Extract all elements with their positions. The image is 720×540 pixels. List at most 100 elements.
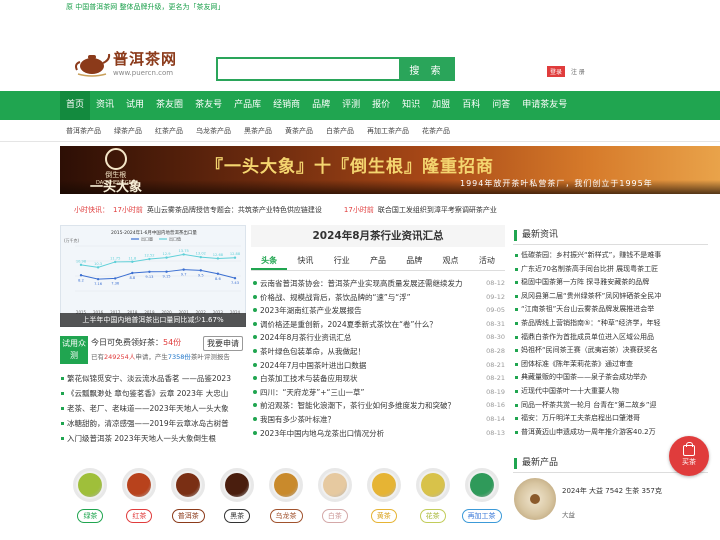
login-button[interactable]: 登录 [547, 66, 566, 77]
tea-category[interactable]: 黄茶 [359, 466, 408, 526]
tea-category-label[interactable]: 绿茶 [77, 509, 104, 523]
subnav-dark[interactable]: 黑茶产品 [244, 120, 272, 142]
nav-prices[interactable]: 报价 [366, 91, 396, 120]
subnav-white[interactable]: 白茶产品 [326, 120, 354, 142]
news-title[interactable]: 2024年8月茶行业资讯汇总 [260, 331, 479, 345]
news-title[interactable]: 前沿观茶：智能化浪潮下，茶行业如何多维度发力和突破？ [260, 399, 479, 413]
news-row[interactable]: 我国有多少茶叶标准？ 08-14 [251, 413, 505, 427]
apply-button[interactable]: 我要申请 [203, 336, 243, 351]
subnav-green[interactable]: 绿茶产品 [114, 120, 142, 142]
ticker-item[interactable]: 联合国工发组织到漳平考察调研茶产业 [378, 203, 497, 217]
tea-category-label[interactable]: 黑茶 [224, 509, 251, 523]
product-card[interactable]: 2024年 大益 7542 生茶 357克 大益 [514, 478, 708, 526]
news-title[interactable]: 云南省普洱茶协会：普洱茶产业实现高质量发展还需继续发力 [260, 277, 479, 291]
list-item[interactable]: 稳固中国茶第一方阵 探寻雅安藏茶的品牌 [514, 276, 708, 290]
export-chart[interactable]: 2015-2024年1-6月中国内地普洱茶出口量(万千克)出口量出口值20152… [60, 225, 246, 327]
news-title[interactable]: 价格战、规模战背后，茶饮品牌的“速”与“浮” [260, 291, 479, 305]
news-row[interactable]: 白茶加工技术与装备应用现状 08-21 [251, 372, 505, 386]
nav-knowledge[interactable]: 知识 [396, 91, 426, 120]
subnav-puer[interactable]: 普洱茶产品 [66, 120, 101, 142]
subnav-yellow[interactable]: 黄茶产品 [285, 120, 313, 142]
tea-category-label[interactable]: 花茶 [419, 509, 446, 523]
list-item[interactable]: 入门级普洱茶 2023年天地人一头大象倒生根 [60, 431, 246, 446]
news-title[interactable]: 2024年7月中国茶叶进出口数据 [260, 359, 479, 373]
nav-circle[interactable]: 茶友圈 [150, 91, 189, 120]
news-row[interactable]: 前沿观茶：智能化浪潮下，茶行业如何多维度发力和突破？ 08-16 [251, 399, 505, 413]
search-button[interactable]: 搜 索 [399, 57, 455, 81]
list-item[interactable]: 冰糖甜韵，清凉感强——2019年云章冰岛古树普 [60, 416, 246, 431]
subnav-flower[interactable]: 花茶产品 [422, 120, 450, 142]
trial-tag[interactable]: 试用众测 [60, 336, 88, 364]
nav-account[interactable]: 茶友号 [189, 91, 228, 120]
nav-home[interactable]: 首页 [60, 91, 91, 120]
news-row[interactable]: 云南省普洱茶协会：普洱茶产业实现高质量发展还需继续发力 08-12 [251, 277, 505, 291]
tea-category-label[interactable]: 黄茶 [370, 509, 397, 523]
tea-category[interactable]: 再加工茶 [457, 466, 506, 526]
nav-qa[interactable]: 问答 [486, 91, 516, 120]
headline-title[interactable]: 2024年8月茶行业资讯汇总 [251, 225, 505, 247]
subnav-oolong[interactable]: 乌龙茶产品 [196, 120, 231, 142]
tea-category-label[interactable]: 乌龙茶 [269, 509, 303, 523]
news-row[interactable]: 2024年7月中国茶叶进出口数据 08-21 [251, 359, 505, 373]
tea-category-label[interactable]: 再加工茶 [461, 509, 502, 523]
news-title[interactable]: 四川：“天府龙芽”+“三山一草” [260, 386, 479, 400]
tab-flash[interactable]: 快讯 [287, 253, 323, 270]
list-item[interactable]: 繁花似锦觅安宁、淡云流水品香茗 ——品鉴2023 [60, 371, 246, 386]
news-row[interactable]: 茶叶绿色包装革命，从我做起！ 08-28 [251, 345, 505, 359]
product-name[interactable]: 2024年 大益 7542 生茶 357克 [562, 486, 702, 497]
news-title[interactable]: 2023年中国内地乌龙茶出口情况分析 [260, 427, 479, 441]
list-item[interactable]: 近现代中国茶叶一十大重要人物 [514, 385, 708, 399]
list-item[interactable]: 低碳茶园：乡村振兴“新样式”，赚钱不是难事 [514, 249, 708, 263]
news-title[interactable]: 2023年湖南红茶产业发展报告 [260, 304, 479, 318]
list-item[interactable]: 妈祖杯“民间茶王赛（武夷岩茶）决赛获奖名 [514, 344, 708, 358]
list-item[interactable]: 老茶、老厂、老味道——2023年天地人一头大象 [60, 401, 246, 416]
tab-product[interactable]: 产品 [360, 253, 396, 270]
site-logo[interactable]: 普洱茶网 www.puercn.com [73, 42, 193, 82]
nav-trial[interactable]: 试用 [120, 91, 150, 120]
list-item[interactable]: 福安：万斤明洋工夫茶启程出口肇港哥 [514, 412, 708, 426]
news-row[interactable]: 2024年8月茶行业资讯汇总 08-30 [251, 331, 505, 345]
nav-products[interactable]: 产品库 [228, 91, 267, 120]
nav-reviews[interactable]: 评测 [336, 91, 366, 120]
news-title[interactable]: 白茶加工技术与装备应用现状 [260, 372, 479, 386]
nav-news[interactable]: 资讯 [90, 91, 120, 120]
news-row[interactable]: 调价格还是重创新，2024夏季新式茶饮在“卷”什么？ 08-31 [251, 318, 505, 332]
tea-category[interactable]: 绿茶 [66, 466, 115, 526]
tab-headline[interactable]: 头条 [251, 253, 288, 270]
tea-category-label[interactable]: 红茶 [126, 509, 153, 523]
tea-category[interactable]: 普洱茶 [164, 466, 213, 526]
news-row[interactable]: 2023年湖南红茶产业发展报告 09-05 [251, 304, 505, 318]
nav-dealers[interactable]: 经销商 [267, 91, 306, 120]
search-input[interactable] [216, 57, 399, 81]
list-item[interactable]: 同品一杯茶共赏一轮月 台青在“第二故乡”迎 [514, 399, 708, 413]
promo-banner[interactable]: 倒生根 DAOSHENGGEN 一头大象 『一头大象』十『倒生根』隆重招商 19… [60, 146, 720, 194]
ticker-item[interactable]: 英山云雾茶品牌授信专题会：共筑茶产业特色供应链建设 [147, 203, 322, 217]
tea-category[interactable]: 花茶 [408, 466, 457, 526]
nav-brands[interactable]: 品牌 [306, 91, 336, 120]
nav-wiki[interactable]: 百科 [456, 91, 486, 120]
news-row[interactable]: 价格战、规模战背后，茶饮品牌的“速”与“浮” 09-12 [251, 291, 505, 305]
list-item[interactable]: 广东近70名制茶高手同台比拼 展现粤茶工匠 [514, 263, 708, 277]
news-row[interactable]: 2023年中国内地乌龙茶出口情况分析 08-13 [251, 427, 505, 441]
tea-category[interactable]: 红茶 [115, 466, 164, 526]
tea-category[interactable]: 白茶 [310, 466, 359, 526]
buy-tea-float-button[interactable]: 买茶 [669, 436, 709, 476]
news-title[interactable]: 调价格还是重创新，2024夏季新式茶饮在“卷”什么？ [260, 318, 479, 332]
tea-category[interactable]: 黑茶 [213, 466, 262, 526]
chart-caption[interactable]: 上半年中国内地普洱茶出口量同比减少1.67% [60, 313, 246, 327]
tab-opinion[interactable]: 观点 [432, 253, 468, 270]
rebrand-notice[interactable]: 原 中国普洱茶网 整体品牌升级，更名为「茶友网」 [66, 3, 224, 11]
list-item[interactable]: “江南茶祖”天台山云雾茶品牌发展推进会举 [514, 303, 708, 317]
subnav-reprocessed[interactable]: 再加工茶产品 [367, 120, 409, 142]
tea-category[interactable]: 乌龙茶 [262, 466, 311, 526]
nav-join[interactable]: 加盟 [426, 91, 456, 120]
news-title[interactable]: 我国有多少茶叶标准？ [260, 413, 479, 427]
tab-brand[interactable]: 品牌 [396, 253, 432, 270]
news-row[interactable]: 四川：“天府龙芽”+“三山一草” 08-19 [251, 386, 505, 400]
list-item[interactable]: 《云瓢飘渺处 章句鉴茗香》云章 2023年 大忠山 [60, 386, 246, 401]
tab-event[interactable]: 活动 [469, 253, 505, 270]
list-item[interactable]: 茶品牌线上营销指南⑤：“种草”经济学，年轻 [514, 317, 708, 331]
tea-category-label[interactable]: 普洱茶 [171, 509, 205, 523]
subnav-black[interactable]: 红茶产品 [155, 120, 183, 142]
nav-apply-account[interactable]: 申请茶友号 [516, 91, 573, 120]
